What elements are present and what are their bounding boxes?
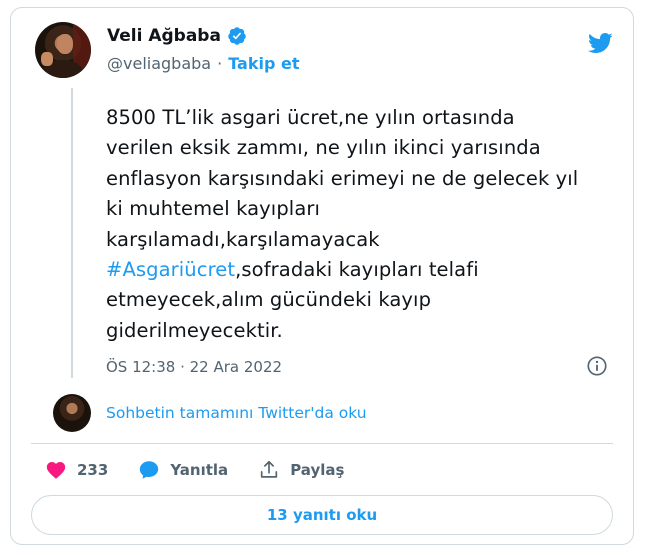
author-handle-row: @veliagbaba · Takip et: [107, 54, 299, 73]
reply-action[interactable]: Yanıtla: [138, 459, 228, 481]
author-name[interactable]: Veli Ağbaba: [107, 26, 221, 46]
tweet-text-part-1: 8500 TL’lik asgari ücret,ne yılın ortası…: [106, 106, 579, 251]
tweet-text: 8500 TL’lik asgari ücret,ne yılın ortası…: [106, 103, 631, 346]
share-action[interactable]: Paylaş: [258, 459, 344, 481]
heart-icon: [46, 462, 66, 479]
share-icon: [261, 460, 278, 478]
author-avatar[interactable]: [35, 22, 91, 78]
twitter-bird-icon[interactable]: [585, 30, 615, 56]
read-replies-button[interactable]: 13 yanıtı oku: [31, 495, 613, 535]
divider: [31, 443, 613, 444]
reply-bubble-icon: [140, 461, 159, 479]
share-label: Paylaş: [290, 461, 345, 479]
conversation-avatar: [53, 394, 91, 432]
thread-line: [71, 88, 73, 378]
author-name-row: Veli Ağbaba: [107, 26, 247, 46]
tweet-timestamp[interactable]: ÖS 12:38 · 22 Ara 2022: [106, 358, 282, 376]
follow-button[interactable]: Takip et: [228, 54, 299, 73]
like-count: 233: [77, 461, 109, 479]
verified-badge-icon: [228, 27, 246, 45]
reply-label: Yanıtla: [170, 461, 229, 479]
hashtag-link[interactable]: #Asgariücret: [106, 258, 235, 281]
separator-dot: ·: [217, 54, 223, 73]
like-action[interactable]: 233: [45, 459, 108, 481]
read-conversation-link[interactable]: Sohbetin tamamını Twitter'da oku: [106, 404, 367, 422]
tweet-actions: 233 Yanıtla Paylaş: [45, 458, 374, 482]
embedded-tweet-card: Veli Ağbaba @veliagbaba · Takip et 8500 …: [10, 7, 634, 545]
info-icon[interactable]: [586, 355, 608, 377]
author-handle[interactable]: @veliagbaba: [107, 54, 211, 73]
